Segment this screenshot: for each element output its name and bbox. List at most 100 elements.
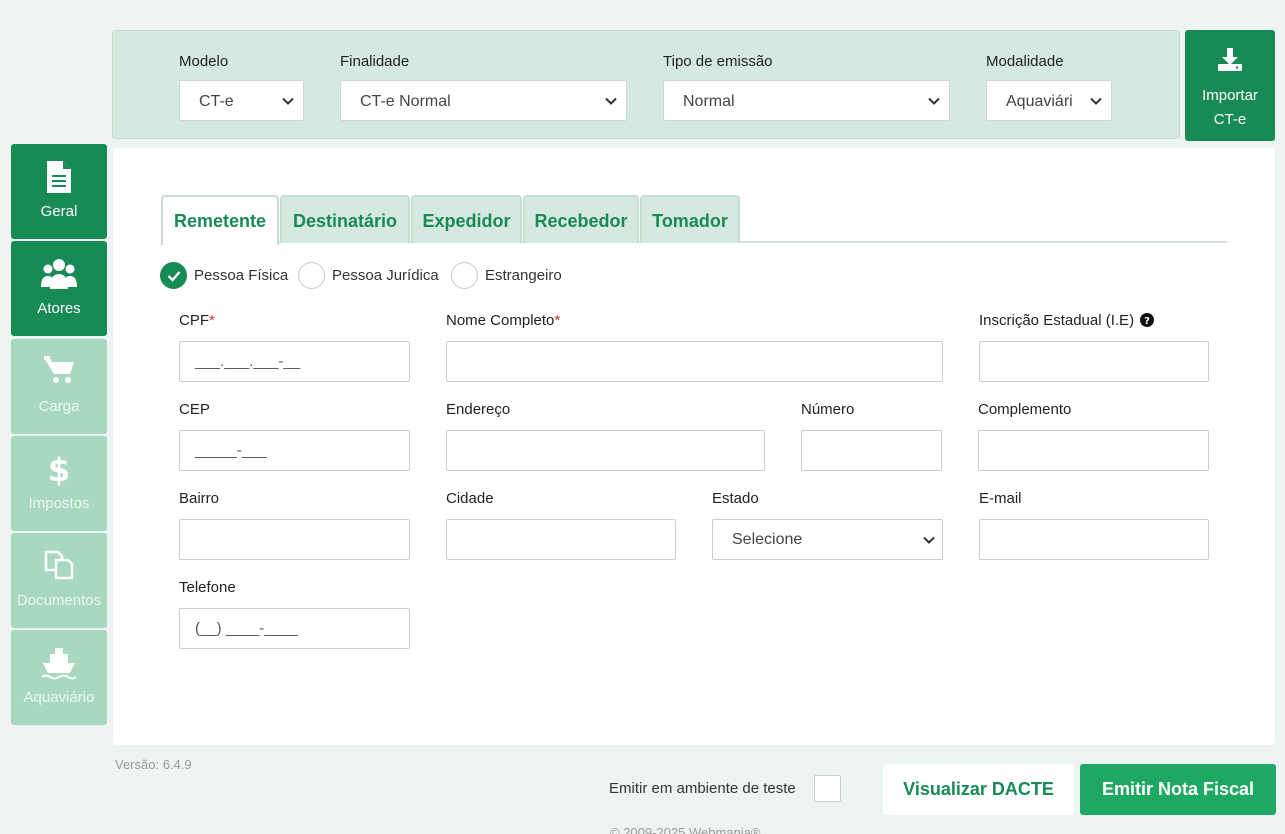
modalidade-value: Aquaviári <box>1006 93 1073 110</box>
numero-input[interactable] <box>801 430 942 471</box>
nome-input[interactable] <box>446 341 943 382</box>
cart-icon <box>11 355 107 389</box>
modalidade-select[interactable]: Aquaviári <box>986 80 1112 121</box>
cpf-label: CPF <box>179 312 209 329</box>
tab-expedidor[interactable]: Expedidor <box>411 195 522 243</box>
cep-placeholder: _____-___ <box>195 442 267 459</box>
tab-tomador[interactable]: Tomador <box>640 195 740 243</box>
chevron-down-icon <box>604 94 618 108</box>
radio-pessoa-fisica[interactable]: Pessoa Física <box>160 262 288 289</box>
radio-label: Estrangeiro <box>485 267 562 284</box>
sidebar-item-geral[interactable]: Geral <box>11 144 107 239</box>
emit-invoice-button[interactable]: Emitir Nota Fiscal <box>1080 764 1276 815</box>
endereco-field: Endereço <box>446 401 765 471</box>
view-dacte-button[interactable]: Visualizar DACTE <box>883 764 1074 815</box>
estado-select[interactable]: Selecione <box>712 519 943 560</box>
modalidade-field: Modalidade Aquaviári <box>986 53 1112 121</box>
sidebar-item-label: Documentos <box>16 592 102 609</box>
radio-label: Pessoa Jurídica <box>332 267 439 284</box>
estado-label: Estado <box>712 490 759 507</box>
cidade-input[interactable] <box>446 519 676 560</box>
test-env-label: Emitir em ambiente de teste <box>609 780 796 797</box>
tipo-emissao-value: Normal <box>683 93 735 110</box>
telefone-placeholder: (__) ____-____ <box>195 620 298 637</box>
tipo-emissao-field: Tipo de emissão Normal <box>663 53 950 121</box>
numero-field: Número <box>801 401 942 471</box>
finalidade-select[interactable]: CT-e Normal <box>340 80 627 121</box>
emission-settings-bar: Modelo CT-e Finalidade CT-e Normal Tipo … <box>112 30 1180 139</box>
required-mark: * <box>554 312 561 329</box>
bairro-field: Bairro <box>179 490 410 560</box>
tipo-emissao-label: Tipo de emissão <box>663 53 773 70</box>
tab-remetente[interactable]: Remetente <box>161 195 279 245</box>
import-label-line2: CT-e <box>1213 111 1247 128</box>
cep-field: CEP _____-___ <box>179 401 410 471</box>
bairro-label: Bairro <box>179 490 220 507</box>
radio-estrangeiro[interactable]: Estrangeiro <box>451 262 562 289</box>
tab-recebedor[interactable]: Recebedor <box>523 195 639 243</box>
sidebar-item-label: Carga <box>38 398 80 415</box>
complemento-field: Complemento <box>978 401 1209 471</box>
actor-tabs: Remetente Destinatário Expedidor Recebed… <box>161 195 1227 245</box>
cidade-label: Cidade <box>446 490 494 507</box>
complemento-label: Complemento <box>978 401 1072 418</box>
cep-input[interactable]: _____-___ <box>179 430 410 471</box>
nome-label: Nome Completo <box>446 312 555 329</box>
modelo-select[interactable]: CT-e <box>179 80 304 121</box>
ie-field: Inscrição Estadual (I.E)? <box>979 312 1209 382</box>
sidebar-item-atores[interactable]: Atores <box>11 241 107 336</box>
radio-label: Pessoa Física <box>194 267 289 284</box>
radio-circle <box>451 262 478 289</box>
cpf-field: CPF* ___.___.___-__ <box>179 312 410 382</box>
download-icon <box>1217 48 1243 77</box>
svg-text:$: $ <box>48 452 70 486</box>
sidebar-item-label: Geral <box>40 203 78 220</box>
modelo-value: CT-e <box>199 93 234 110</box>
complemento-input[interactable] <box>978 430 1209 471</box>
ship-icon <box>11 646 107 680</box>
estado-field: Estado Selecione <box>712 490 943 560</box>
sidebar-item-carga[interactable]: Carga <box>11 339 107 434</box>
cep-label: CEP <box>179 401 210 418</box>
chevron-down-icon <box>1089 94 1103 108</box>
version-text: Versão: 6.4.9 <box>115 757 192 772</box>
users-icon <box>11 257 107 291</box>
cpf-input[interactable]: ___.___.___-__ <box>179 341 410 382</box>
cpf-placeholder: ___.___.___-__ <box>195 353 301 370</box>
telefone-input[interactable]: (__) ____-____ <box>179 608 410 649</box>
sidebar-item-label: Impostos <box>28 495 90 512</box>
endereco-label: Endereço <box>446 401 511 418</box>
import-cte-button[interactable]: Importar CT-e <box>1185 30 1275 141</box>
copy-icon <box>11 549 107 583</box>
finalidade-label: Finalidade <box>340 53 410 70</box>
copyright-text: © 2009-2025 Webmania® <box>610 825 761 834</box>
ie-input[interactable] <box>979 341 1209 382</box>
chevron-down-icon <box>922 533 936 547</box>
sidebar-item-impostos[interactable]: $ Impostos <box>11 436 107 531</box>
email-field: E-mail <box>979 490 1209 560</box>
email-input[interactable] <box>979 519 1209 560</box>
sidebar-item-label: Aquaviário <box>23 689 95 706</box>
required-mark: * <box>209 312 215 329</box>
file-text-icon <box>11 160 107 194</box>
dollar-icon: $ <box>11 451 107 489</box>
test-env-checkbox[interactable] <box>814 775 841 802</box>
chevron-down-icon <box>927 94 941 108</box>
sidebar-item-documentos[interactable]: Documentos <box>11 533 107 628</box>
modalidade-label: Modalidade <box>986 53 1064 70</box>
import-label-line1: Importar <box>1202 87 1258 104</box>
finalidade-field: Finalidade CT-e Normal <box>340 53 627 121</box>
radio-pessoa-juridica[interactable]: Pessoa Jurídica <box>298 262 439 289</box>
check-icon <box>160 262 187 289</box>
svg-text:?: ? <box>1144 316 1150 327</box>
telefone-label: Telefone <box>179 579 236 596</box>
tab-destinatario[interactable]: Destinatário <box>280 195 410 243</box>
help-icon[interactable]: ? <box>1140 313 1155 331</box>
endereco-input[interactable] <box>446 430 765 471</box>
finalidade-value: CT-e Normal <box>360 93 451 110</box>
modelo-label: Modelo <box>179 53 229 70</box>
numero-label: Número <box>801 401 855 418</box>
tipo-emissao-select[interactable]: Normal <box>663 80 950 121</box>
sidebar-item-aquaviario[interactable]: Aquaviário <box>11 630 107 725</box>
bairro-input[interactable] <box>179 519 410 560</box>
